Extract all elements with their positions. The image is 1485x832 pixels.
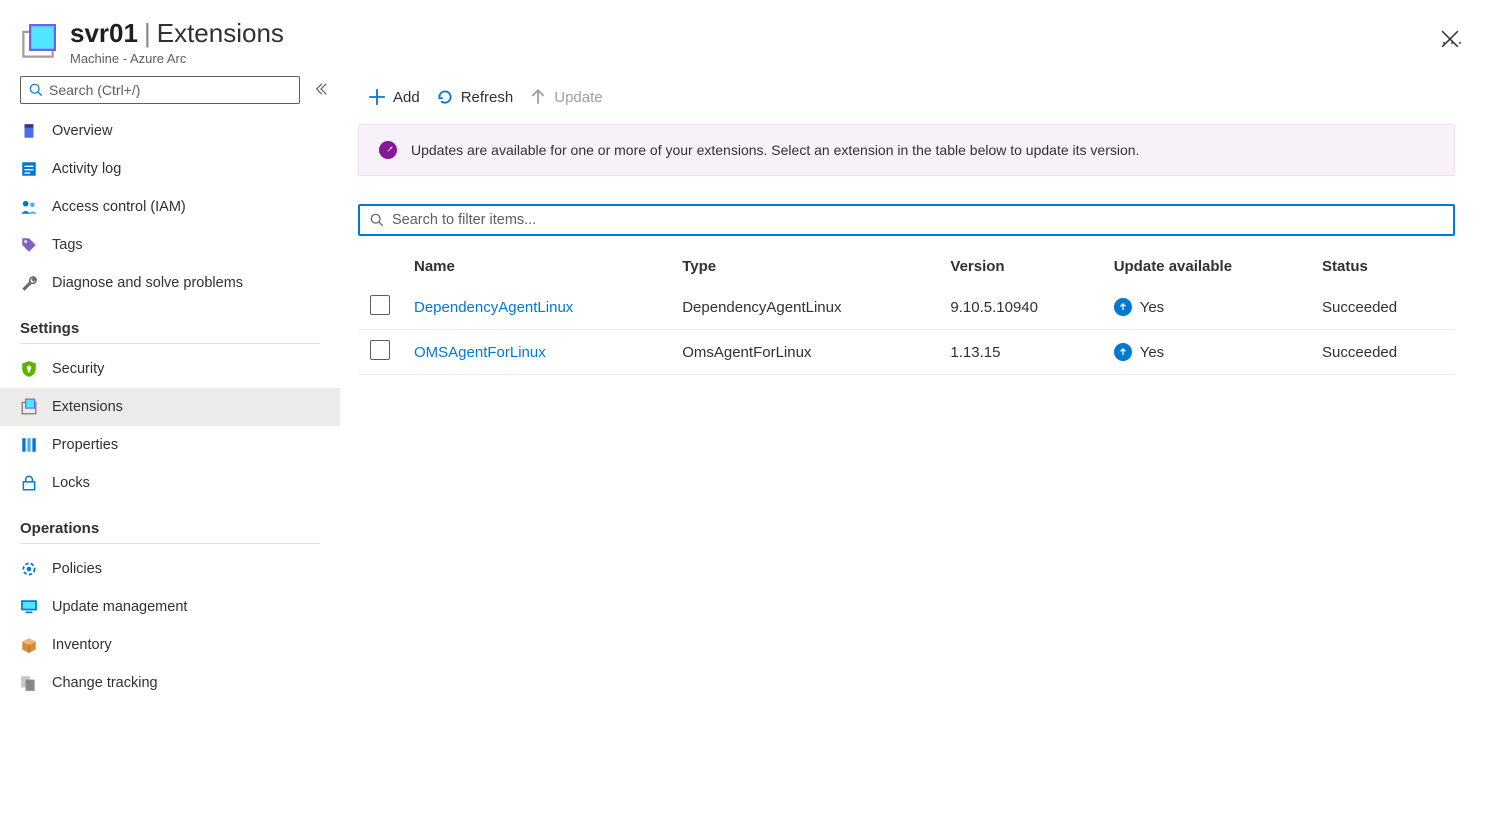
cell-status: Succeeded xyxy=(1310,285,1455,330)
update-available-icon xyxy=(1114,298,1132,316)
collapse-sidebar-button[interactable] xyxy=(310,78,332,103)
close-button[interactable] xyxy=(1441,30,1459,51)
log-icon xyxy=(20,160,38,178)
sidebar-item-label: Inventory xyxy=(52,637,112,653)
notification-bar: Updates are available for one or more of… xyxy=(358,124,1455,176)
search-icon xyxy=(370,213,384,227)
search-icon xyxy=(29,83,43,97)
sidebar-item-label: Update management xyxy=(52,599,187,615)
blade-section-name: Extensions xyxy=(157,18,284,49)
sidebar-item-properties[interactable]: Properties xyxy=(0,426,340,464)
table-row[interactable]: DependencyAgentLinux DependencyAgentLinu… xyxy=(358,285,1455,330)
sidebar-item-label: Activity log xyxy=(52,161,121,177)
lock-icon xyxy=(20,474,38,492)
refresh-icon xyxy=(436,88,454,106)
column-header-status[interactable]: Status xyxy=(1310,248,1455,285)
sidebar-item-change-tracking[interactable]: Change tracking xyxy=(0,664,340,702)
rocket-icon xyxy=(379,141,397,159)
sidebar: Overview Activity log Access control (IA… xyxy=(0,76,340,832)
sidebar-item-label: Diagnose and solve problems xyxy=(52,275,243,291)
sidebar-item-overview[interactable]: Overview xyxy=(0,112,340,150)
filter-search[interactable] xyxy=(358,204,1455,236)
sidebar-item-security[interactable]: Security xyxy=(0,350,340,388)
sidebar-item-label: Extensions xyxy=(52,399,123,415)
cell-version: 9.10.5.10940 xyxy=(938,285,1101,330)
toolbar-label: Refresh xyxy=(461,89,514,106)
sidebar-item-label: Change tracking xyxy=(52,675,158,691)
column-header-name[interactable]: Name xyxy=(402,248,670,285)
cell-version: 1.13.15 xyxy=(938,330,1101,375)
update-button: Update xyxy=(529,88,602,106)
column-header-type[interactable]: Type xyxy=(670,248,938,285)
sidebar-item-label: Policies xyxy=(52,561,102,577)
sidebar-item-policies[interactable]: Policies xyxy=(0,550,340,588)
wrench-icon xyxy=(20,274,38,292)
box-icon xyxy=(20,636,38,654)
sidebar-item-diagnose[interactable]: Diagnose and solve problems xyxy=(0,264,340,302)
policy-icon xyxy=(20,560,38,578)
sidebar-item-label: Properties xyxy=(52,437,118,453)
extension-name-link[interactable]: DependencyAgentLinux xyxy=(414,299,573,316)
sidebar-search-input[interactable] xyxy=(49,82,291,98)
sidebar-item-inventory[interactable]: Inventory xyxy=(0,626,340,664)
page-title: svr01 | Extensions xyxy=(70,18,1421,49)
sidebar-item-label: Access control (IAM) xyxy=(52,199,186,215)
column-header-update[interactable]: Update available xyxy=(1102,248,1310,285)
row-checkbox[interactable] xyxy=(370,340,390,360)
sidebar-search[interactable] xyxy=(20,76,300,104)
shield-icon xyxy=(20,360,38,378)
sidebar-item-tags[interactable]: Tags xyxy=(0,226,340,264)
resource-type-subtitle: Machine - Azure Arc xyxy=(70,51,1421,66)
title-divider: | xyxy=(144,18,151,49)
cell-update: Yes xyxy=(1140,299,1164,316)
row-checkbox[interactable] xyxy=(370,295,390,315)
sidebar-section-operations: Operations xyxy=(20,502,320,544)
sidebar-item-extensions[interactable]: Extensions xyxy=(0,388,340,426)
extensions-table: Name Type Version Update available Statu… xyxy=(358,248,1455,375)
main-pane: Add Refresh Update Updates are available… xyxy=(340,76,1485,832)
sidebar-item-label: Security xyxy=(52,361,104,377)
cell-status: Succeeded xyxy=(1310,330,1455,375)
arrow-up-icon xyxy=(529,88,547,106)
notification-text: Updates are available for one or more of… xyxy=(411,142,1139,158)
sidebar-item-label: Overview xyxy=(52,123,112,139)
sidebar-item-update-management[interactable]: Update management xyxy=(0,588,340,626)
people-icon xyxy=(20,198,38,216)
extension-name-link[interactable]: OMSAgentForLinux xyxy=(414,344,546,361)
tag-icon xyxy=(20,236,38,254)
properties-icon xyxy=(20,436,38,454)
cell-type: DependencyAgentLinux xyxy=(670,285,938,330)
sidebar-item-label: Tags xyxy=(52,237,83,253)
toolbar-label: Add xyxy=(393,89,420,106)
update-available-icon xyxy=(1114,343,1132,361)
sidebar-item-locks[interactable]: Locks xyxy=(0,464,340,502)
changes-icon xyxy=(20,674,38,692)
sidebar-scroll[interactable]: Overview Activity log Access control (IA… xyxy=(0,112,340,832)
column-header-version[interactable]: Version xyxy=(938,248,1101,285)
command-bar: Add Refresh Update xyxy=(358,82,1455,124)
monitor-icon xyxy=(20,598,38,616)
sidebar-item-access-control[interactable]: Access control (IAM) xyxy=(0,188,340,226)
filter-input[interactable] xyxy=(392,212,1443,228)
add-button[interactable]: Add xyxy=(368,88,420,106)
sidebar-item-label: Locks xyxy=(52,475,90,491)
blade-header: svr01 | Extensions Machine - Azure Arc ·… xyxy=(0,0,1485,76)
cell-update: Yes xyxy=(1140,344,1164,361)
plus-icon xyxy=(368,88,386,106)
extensions-icon xyxy=(20,398,38,416)
cell-type: OmsAgentForLinux xyxy=(670,330,938,375)
resource-name: svr01 xyxy=(70,18,138,49)
toolbar-label: Update xyxy=(554,89,602,106)
table-row[interactable]: OMSAgentForLinux OmsAgentForLinux 1.13.1… xyxy=(358,330,1455,375)
machine-arc-icon xyxy=(20,24,56,60)
table-header-row: Name Type Version Update available Statu… xyxy=(358,248,1455,285)
sidebar-item-activity-log[interactable]: Activity log xyxy=(0,150,340,188)
server-icon xyxy=(20,122,38,140)
refresh-button[interactable]: Refresh xyxy=(436,88,514,106)
sidebar-section-settings: Settings xyxy=(20,302,320,344)
